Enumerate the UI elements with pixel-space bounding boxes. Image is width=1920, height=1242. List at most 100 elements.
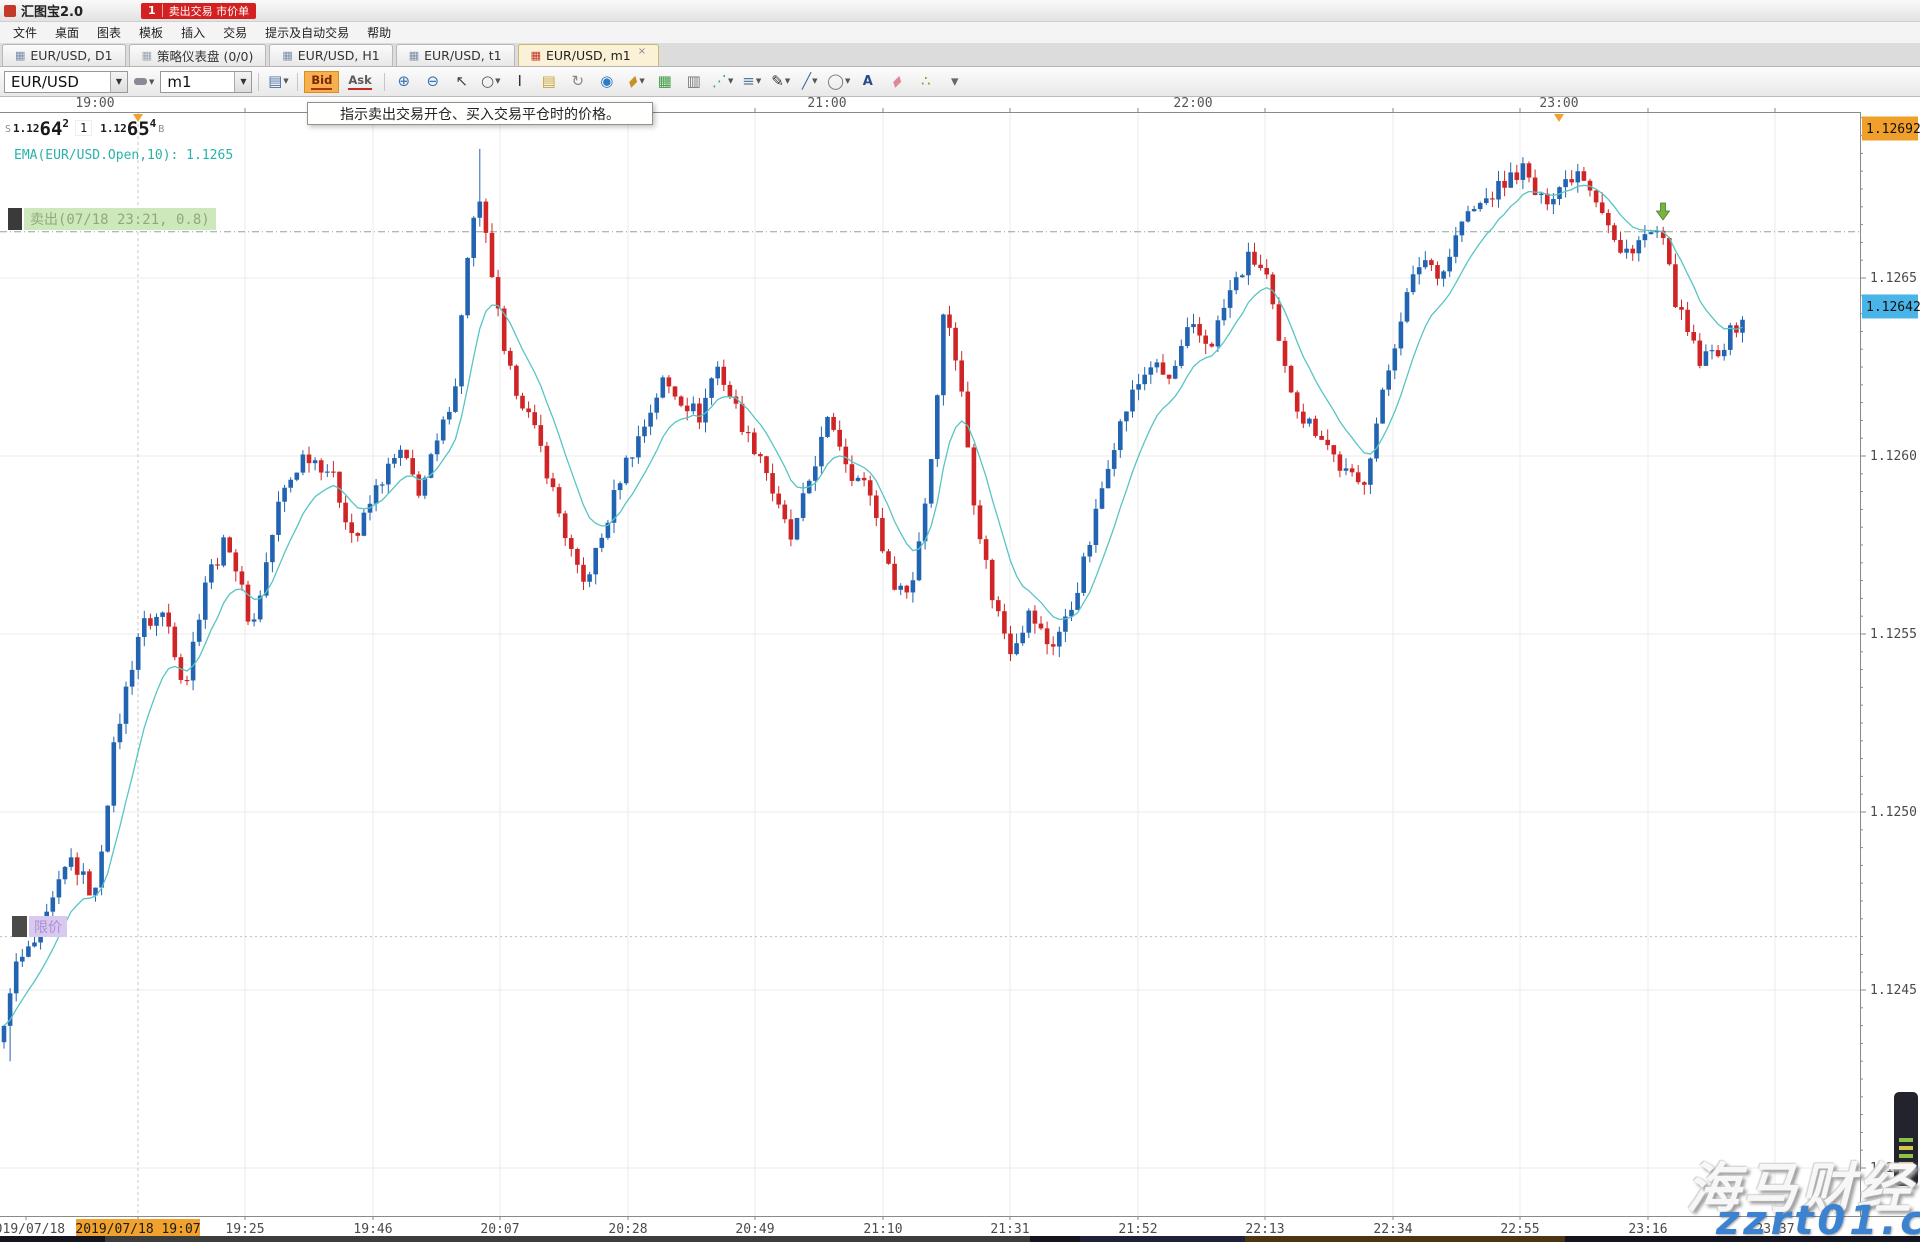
chevron-down-icon[interactable]: ▼ xyxy=(495,78,500,85)
ask-prefix: 1.12 xyxy=(100,122,127,135)
sell-position-label[interactable]: 卖出(07/18 23:21, 0.8) xyxy=(8,208,216,230)
candles xyxy=(2,149,1745,1061)
ask-button[interactable]: Ask xyxy=(342,71,377,93)
ellipse-button[interactable]: ◯▼ xyxy=(826,71,852,93)
menu-item-6[interactable]: 提示及自动交易 xyxy=(256,22,358,43)
menu-item-7[interactable]: 帮助 xyxy=(358,22,400,43)
menu-item-4[interactable]: 插入 xyxy=(172,22,214,43)
tab-label: EUR/USD, m1 xyxy=(546,48,631,63)
tab-eur-usd-t1[interactable]: ▦EUR/USD, t1 xyxy=(396,44,515,66)
symbol-combo[interactable]: EUR/USD ▼ xyxy=(4,71,128,93)
magnifier-button[interactable]: ○▼ xyxy=(478,71,504,93)
zoom-in-button[interactable]: ⊕ xyxy=(391,71,417,93)
symbol-list-button[interactable]: ▼ xyxy=(131,71,157,93)
position-marker-icon xyxy=(8,208,22,230)
chart-svg[interactable]: 19:0021:0022:0023:002019/07/182019/07/18… xyxy=(0,97,1920,1238)
tab-eur-usd-d1[interactable]: ▦EUR/USD, D1 xyxy=(2,44,126,66)
symbol-list-icon xyxy=(134,78,147,85)
tab-close-icon[interactable]: × xyxy=(638,46,646,57)
chevron-down-icon[interactable]: ▼ xyxy=(812,78,817,85)
time-marker-icon xyxy=(1554,114,1564,122)
org-chart-icon: ∴ xyxy=(921,74,931,89)
svg-text:20:49: 20:49 xyxy=(735,1222,774,1237)
eraser-button[interactable]: ▰ xyxy=(884,71,910,93)
fib-lines-button[interactable]: ⋰▼ xyxy=(710,71,736,93)
line-button[interactable]: ╱▼ xyxy=(797,71,823,93)
cursor-button[interactable]: ↖ xyxy=(449,71,475,93)
note-button[interactable]: ▤ xyxy=(536,71,562,93)
tab--0-0-[interactable]: ▦策略仪表盘 (0/0) xyxy=(129,44,267,66)
chart-type-button[interactable]: ▤▼ xyxy=(265,71,291,93)
image-button[interactable]: ▦ xyxy=(652,71,678,93)
svg-text:21:52: 21:52 xyxy=(1118,1222,1157,1237)
svg-text:1.12692: 1.12692 xyxy=(1866,122,1920,137)
menu-item-5[interactable]: 交易 xyxy=(214,22,256,43)
order-status-badge[interactable]: 1 卖出交易 市价单 xyxy=(141,3,256,19)
menu-item-1[interactable]: 桌面 xyxy=(46,22,88,43)
svg-text:20:28: 20:28 xyxy=(608,1222,647,1237)
bid-button[interactable]: Bid xyxy=(304,71,339,93)
svg-text:1.12642: 1.12642 xyxy=(1866,300,1920,315)
svg-text:1.1265: 1.1265 xyxy=(1870,271,1917,286)
svg-text:19:00: 19:00 xyxy=(75,97,114,111)
period-combo[interactable]: m1 ▼ xyxy=(160,71,252,93)
image-icon: ▦ xyxy=(658,74,672,89)
text-button[interactable]: A xyxy=(855,71,881,93)
org-chart-button[interactable]: ∴ xyxy=(913,71,939,93)
svg-text:23:16: 23:16 xyxy=(1628,1222,1667,1237)
sell-position-text: 卖出(07/18 23:21, 0.8) xyxy=(24,208,216,230)
svg-text:1.1255: 1.1255 xyxy=(1870,627,1917,642)
chevron-down-icon[interactable]: ▼ xyxy=(785,78,790,85)
hlines-button[interactable]: ≡▼ xyxy=(739,71,765,93)
crosshair-icon: Ⅰ xyxy=(518,74,522,89)
menu-item-2[interactable]: 图表 xyxy=(88,22,130,43)
sell-tag: S xyxy=(5,124,11,135)
toolbar-separator xyxy=(384,73,385,91)
refresh-button[interactable]: ↻ xyxy=(565,71,591,93)
toolbar: EUR/USD ▼ ▼ m1 ▼ ▤▼ Bid Ask ⊕⊖↖○▼Ⅰ▤↻◉▰▼▦… xyxy=(0,67,1920,97)
svg-text:20:07: 20:07 xyxy=(480,1222,519,1237)
chevron-down-icon[interactable]: ▼ xyxy=(756,78,761,85)
taskbar-strip xyxy=(0,1236,1920,1242)
chart-tab-icon: ▦ xyxy=(531,50,541,61)
ruler-button[interactable]: ▰▼ xyxy=(623,71,649,93)
ask-pip-digit: 4 xyxy=(150,117,157,130)
app-window: 汇图宝2.0 1 卖出交易 市价单 文件桌面图表模板插入交易提示及自动交易帮助 … xyxy=(0,0,1920,1242)
app-icon xyxy=(4,5,16,17)
buy-tag: B xyxy=(158,124,164,135)
svg-text:2019/07/18: 2019/07/18 xyxy=(0,1222,65,1237)
svg-text:2019/07/18 19:07: 2019/07/18 19:07 xyxy=(75,1222,200,1237)
tab-label: 策略仪表盘 (0/0) xyxy=(157,46,253,65)
cursor-icon: ↖ xyxy=(455,74,468,89)
zoom-out-button[interactable]: ⊖ xyxy=(420,71,446,93)
limit-order-label[interactable]: 限价 xyxy=(12,916,67,937)
crosshair-button[interactable]: Ⅰ xyxy=(507,71,533,93)
globe-button[interactable]: ◉ xyxy=(594,71,620,93)
chevron-down-icon: ▼ xyxy=(149,78,154,86)
axes xyxy=(0,97,1920,1238)
symbol-combo-arrow-icon[interactable]: ▼ xyxy=(110,72,127,92)
ruler-icon: ▰ xyxy=(623,72,642,91)
bid-big-digits: 64 xyxy=(40,121,63,137)
tab-label: EUR/USD, H1 xyxy=(298,48,380,63)
calendar-button[interactable]: ▥ xyxy=(681,71,707,93)
svg-text:1.1250: 1.1250 xyxy=(1870,805,1917,820)
chevron-down-icon[interactable]: ▼ xyxy=(845,78,850,85)
svg-text:19:46: 19:46 xyxy=(353,1222,392,1237)
bid-prefix: 1.12 xyxy=(13,122,40,135)
svg-text:22:55: 22:55 xyxy=(1500,1222,1539,1237)
menu-item-3[interactable]: 模板 xyxy=(130,22,172,43)
ema-line xyxy=(4,185,1743,1026)
svg-text:22:13: 22:13 xyxy=(1245,1222,1284,1237)
period-combo-arrow-icon[interactable]: ▼ xyxy=(234,72,251,92)
tab-eur-usd-h1[interactable]: ▦EUR/USD, H1 xyxy=(269,44,392,66)
tab-eur-usd-m1[interactable]: ▦ EUR/USD, m1 × xyxy=(518,44,660,66)
pencil-icon: ✎ xyxy=(771,74,784,89)
chevron-down-icon[interactable]: ▼ xyxy=(283,78,288,85)
chevron-down-icon[interactable]: ▼ xyxy=(728,78,733,85)
svg-text:19:25: 19:25 xyxy=(225,1222,264,1237)
pencil-button[interactable]: ✎▼ xyxy=(768,71,794,93)
sell-arrow-icon xyxy=(1657,203,1670,220)
more-button[interactable]: ▾ xyxy=(942,71,968,93)
menu-item-0[interactable]: 文件 xyxy=(4,22,46,43)
